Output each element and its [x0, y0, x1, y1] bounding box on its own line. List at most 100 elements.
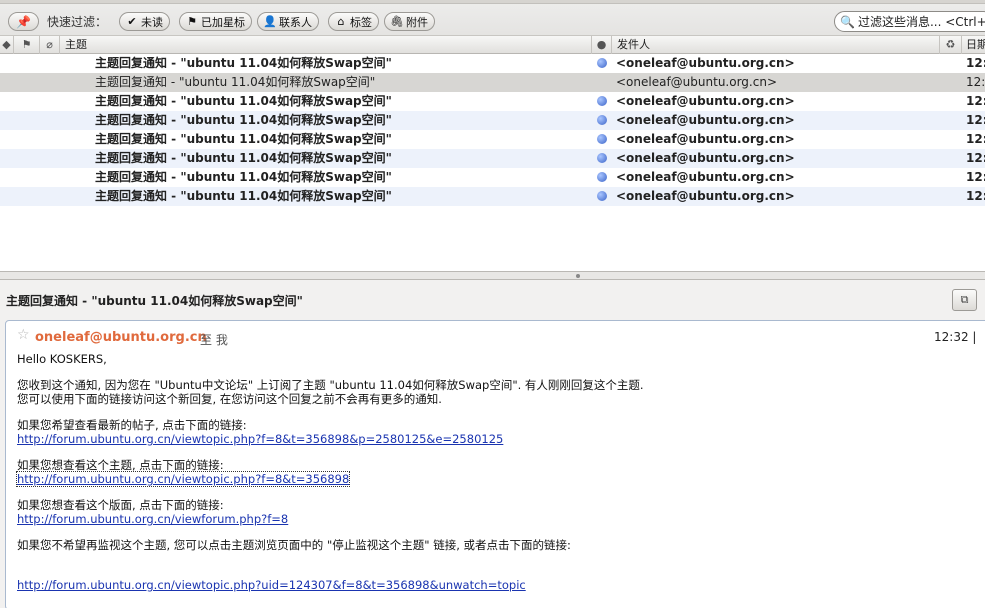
message-sender: <oneleaf@ubuntu.org.cn> — [616, 113, 795, 127]
latest-post-paragraph: 如果您希望查看最新的帖子, 点击下面的链接: http://forum.ubun… — [17, 418, 977, 446]
message-sender: <oneleaf@ubuntu.org.cn> — [616, 94, 795, 108]
message-sender: <oneleaf@ubuntu.org.cn> — [616, 132, 795, 146]
filter-contact-label: 联系人 — [279, 15, 312, 29]
unread-dot-icon[interactable] — [597, 172, 607, 182]
flag-icon: ⚑ — [187, 15, 197, 28]
junk-icon: ♻ — [945, 38, 956, 51]
message-sender: <oneleaf@ubuntu.org.cn> — [616, 170, 795, 184]
pin-icon: 📌 — [16, 14, 31, 29]
pin-filter-button[interactable]: 📌 — [8, 12, 39, 31]
message-row[interactable]: 主题回复通知 - "ubuntu 11.04如何释放Swap空间" <onele… — [0, 54, 985, 73]
filter-contact-button[interactable]: 👤 联系人 — [257, 12, 319, 31]
star-icon[interactable]: ☆ — [17, 327, 30, 343]
message-row[interactable]: 主题回复通知 - "ubuntu 11.04如何释放Swap空间" <onele… — [0, 149, 985, 168]
message-row[interactable]: 主题回复通知 - "ubuntu 11.04如何释放Swap空间" <onele… — [0, 168, 985, 187]
message-subject: 主题回复通知 - "ubuntu 11.04如何释放Swap空间" — [95, 75, 376, 89]
date-column-header[interactable]: 日期 — [962, 36, 985, 54]
filter-search-placeholder: 过滤这些消息... <Ctrl+ — [857, 15, 985, 29]
message-date: 12: — [966, 170, 985, 184]
message-subject: 主题回复通知 - "ubuntu 11.04如何释放Swap空间" — [95, 94, 392, 108]
pane-splitter[interactable] — [0, 271, 985, 280]
paperclip-icon: 🖇 — [390, 15, 404, 28]
unread-dot-icon[interactable] — [597, 134, 607, 144]
forum-link[interactable]: http://forum.ubuntu.org.cn/viewforum.php… — [17, 512, 288, 526]
toolbar-edge — [0, 0, 985, 4]
latest-post-label: 如果您希望查看最新的帖子, 点击下面的链接: — [17, 418, 247, 432]
unread-dot-icon[interactable] — [597, 191, 607, 201]
forum-paragraph: 如果您想查看这个版面, 点击下面的链接: http://forum.ubuntu… — [17, 498, 977, 526]
unread-dot-icon[interactable] — [597, 115, 607, 125]
filter-attachment-button[interactable]: 🖇 附件 — [384, 12, 435, 31]
topic-paragraph: 如果您想查看这个主题, 点击下面的链接: http://forum.ubuntu… — [15, 458, 977, 487]
thread-column-icon[interactable]: ◆ — [0, 36, 14, 54]
message-date: 12: — [966, 113, 985, 127]
unread-dot-icon[interactable] — [597, 58, 607, 68]
message-subject: 主题回复通知 - "ubuntu 11.04如何释放Swap空间" — [95, 132, 392, 146]
date-column-label: 日期 — [966, 38, 985, 51]
thread-icon: ◆ — [2, 38, 11, 51]
message-subject: 主题回复通知 - "ubuntu 11.04如何释放Swap空间" — [95, 56, 392, 70]
message-subject: 主题回复通知 - "ubuntu 11.04如何释放Swap空间" — [95, 151, 392, 165]
message-date: 12: — [966, 189, 985, 203]
message-recipient: 至 我 — [200, 333, 228, 347]
person-icon: 👤 — [263, 15, 277, 28]
quick-filter-label: 快速过滤： — [47, 15, 108, 29]
filter-attachment-label: 附件 — [406, 15, 428, 29]
external-window-icon: ⧉ — [960, 293, 969, 306]
filter-starred-label: 已加星标 — [201, 15, 245, 29]
message-date: 12: — [966, 56, 985, 70]
splitter-grip-icon[interactable] — [576, 274, 580, 278]
search-icon: 🔍 — [840, 14, 855, 29]
filter-unread-button[interactable]: ✔ 未读 — [119, 12, 170, 31]
message-sender: <oneleaf@ubuntu.org.cn> — [616, 75, 777, 89]
message-time: 12:32 | — [934, 330, 977, 344]
message-row[interactable]: 主题回复通知 - "ubuntu 11.04如何释放Swap空间" <onele… — [0, 92, 985, 111]
unwatch-link[interactable]: http://forum.ubuntu.org.cn/viewtopic.php… — [17, 578, 526, 592]
attachment-column-header[interactable]: ⌀ — [40, 36, 60, 54]
forum-label: 如果您想查看这个版面, 点击下面的链接: — [17, 498, 224, 512]
junk-column-header[interactable]: ♻ — [940, 36, 962, 54]
message-subject: 主题回复通知 - "ubuntu 11.04如何释放Swap空间" — [95, 189, 392, 203]
message-sender: <oneleaf@ubuntu.org.cn> — [616, 56, 795, 70]
unread-dot-icon[interactable] — [597, 153, 607, 163]
read-status-icon: ● — [596, 38, 607, 51]
intro-line-1: 您收到这个通知, 因为您在 "Ubuntu中文论坛" 上订阅了主题 "ubunt… — [17, 378, 644, 392]
message-date: 12: — [966, 132, 985, 146]
sender-column-label: 发件人 — [617, 38, 650, 51]
subject-column-label: 主题 — [65, 38, 87, 51]
flag-column-icon: ⚑ — [21, 38, 32, 51]
message-row[interactable]: 主题回复通知 - "ubuntu 11.04如何释放Swap空间" <onele… — [0, 111, 985, 130]
sender-column-header[interactable]: 发件人 — [612, 36, 940, 54]
message-list: 主题回复通知 - "ubuntu 11.04如何释放Swap空间" <onele… — [0, 54, 985, 271]
subject-column-header[interactable]: 主题 — [60, 36, 592, 54]
message-body: Hello KOSKERS, 您收到这个通知, 因为您在 "Ubuntu中文论坛… — [15, 352, 977, 604]
filter-tags-button[interactable]: ⌂ 标签 — [328, 12, 379, 31]
message-subject: 主题回复通知 - "ubuntu 11.04如何释放Swap空间" — [95, 170, 392, 184]
tag-icon: ⌂ — [337, 15, 345, 28]
latest-post-link[interactable]: http://forum.ubuntu.org.cn/viewtopic.php… — [17, 432, 503, 446]
message-title: 主题回复通知 - "ubuntu 11.04如何释放Swap空间" — [6, 294, 303, 308]
message-header-bar: 主题回复通知 - "ubuntu 11.04如何释放Swap空间" ⧉ — [0, 280, 985, 318]
flag-column-header[interactable]: ⚑ — [14, 36, 40, 54]
unread-dot-icon[interactable] — [597, 96, 607, 106]
open-in-tab-button[interactable]: ⧉ — [952, 289, 977, 311]
greeting-text: Hello KOSKERS, — [17, 352, 107, 366]
message-sender-address[interactable]: oneleaf@ubuntu.org.cn — [35, 330, 207, 345]
unwatch-link-paragraph: http://forum.ubuntu.org.cn/viewtopic.php… — [17, 578, 977, 592]
filter-search-input[interactable]: 🔍 过滤这些消息... <Ctrl+ — [834, 11, 985, 32]
intro-line-2: 您可以使用下面的链接访问这个新回复, 在您访问这个回复之前不会再有更多的通知. — [17, 392, 442, 406]
read-column-header[interactable]: ● — [592, 36, 612, 54]
message-subject: 主题回复通知 - "ubuntu 11.04如何释放Swap空间" — [95, 113, 392, 127]
check-icon: ✔ — [127, 15, 137, 28]
message-date: 12: — [966, 94, 985, 108]
unwatch-label: 如果您不希望再监视这个主题, 您可以点击主题浏览页面中的 "停止监视这个主题" … — [17, 538, 571, 552]
message-row-selected[interactable]: 主题回复通知 - "ubuntu 11.04如何释放Swap空间" <onele… — [0, 73, 985, 92]
topic-link[interactable]: http://forum.ubuntu.org.cn/viewtopic.php… — [15, 471, 351, 487]
thread-column-header: ◆ ⚑ ⌀ 主题 ● 发件人 ♻ 日期 — [0, 35, 985, 54]
message-sender: <oneleaf@ubuntu.org.cn> — [616, 151, 795, 165]
message-row[interactable]: 主题回复通知 - "ubuntu 11.04如何释放Swap空间" <onele… — [0, 187, 985, 206]
filter-starred-button[interactable]: ⚑ 已加星标 — [179, 12, 252, 31]
message-row[interactable]: 主题回复通知 - "ubuntu 11.04如何释放Swap空间" <onele… — [0, 130, 985, 149]
filter-unread-label: 未读 — [141, 15, 163, 29]
message-date: 12: — [966, 75, 985, 89]
